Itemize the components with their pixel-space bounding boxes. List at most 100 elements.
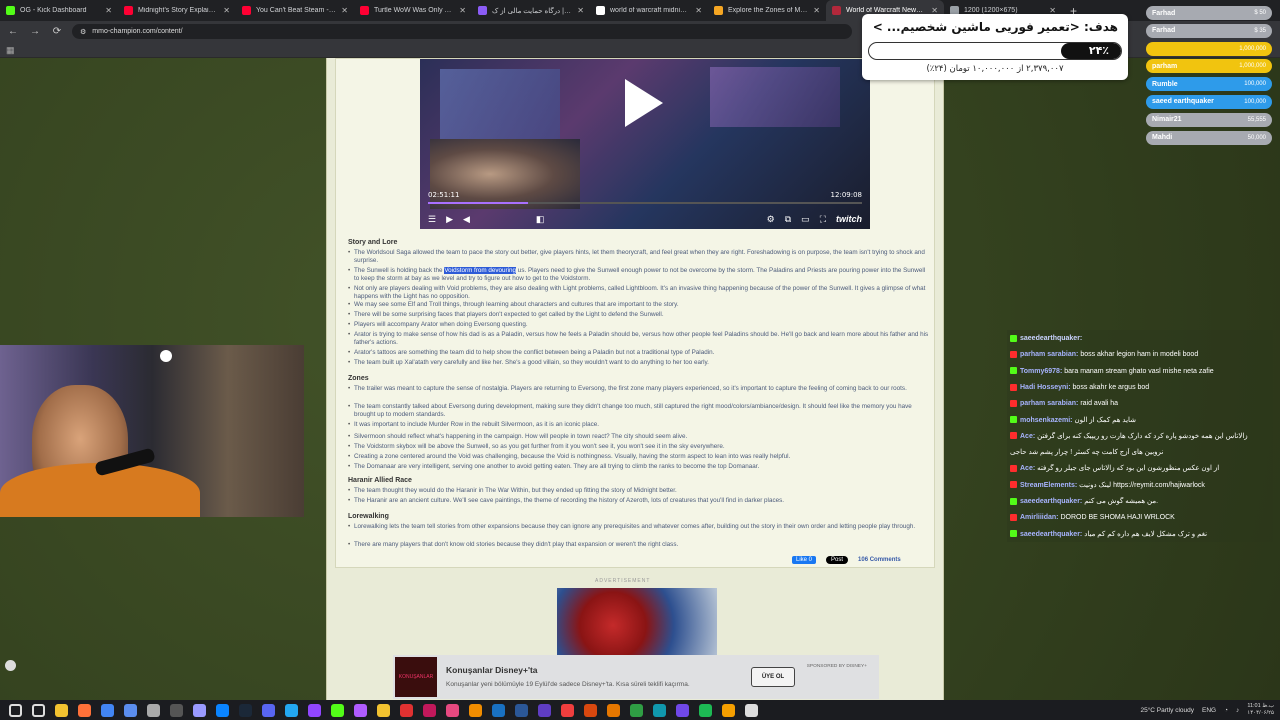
app-icon-11[interactable] (676, 703, 689, 717)
tab-close-icon[interactable]: ✕ (223, 6, 230, 15)
settings-icon[interactable]: ⚙ (767, 214, 775, 225)
search-icon[interactable] (32, 703, 45, 717)
browser-tab[interactable]: Midnight's Story Explained In 2 ✕ (118, 0, 236, 21)
x-post-button[interactable]: Post (826, 556, 849, 564)
url-input[interactable]: ⚙ mmo-champion.com/content/ (72, 24, 852, 39)
tab-label: ریبیت | درگاه حمایت مالی از ک (492, 7, 573, 15)
app-icon-7[interactable] (561, 703, 574, 717)
kick-icon[interactable] (331, 703, 344, 717)
language-indicator[interactable]: ENG (1202, 707, 1216, 714)
vscode-icon[interactable] (285, 703, 298, 717)
chat-username[interactable]: Amirliiidan: (1020, 514, 1059, 521)
tray-clock[interactable]: 11:01 ب.ظ ۱۴۰۴/۰۶/۲۵ (1247, 703, 1274, 717)
back-icon[interactable]: ← (6, 26, 20, 37)
chat-username[interactable]: mohsenkazemi: (1020, 417, 1073, 424)
advertisement-label: ADVERTISEMENT (595, 578, 651, 584)
app-icon-12[interactable] (722, 703, 735, 717)
app-icon-10[interactable] (653, 703, 666, 717)
play-small-icon[interactable]: ▶ (446, 214, 453, 225)
weather-label[interactable]: 25°C Partly cloudy (1140, 707, 1194, 714)
browser-tab[interactable]: world of warcraft midnight - Go ✕ (590, 0, 708, 21)
chat-text: bara manam stream ghato vasl mishe neta … (1064, 367, 1214, 375)
app-icon-1[interactable] (124, 703, 137, 717)
selected-text[interactable]: Voidstorm from devouring (444, 267, 517, 274)
tab-close-icon[interactable]: ✕ (813, 6, 820, 15)
firefox-icon[interactable] (78, 703, 91, 717)
clip-icon[interactable]: ⧉ (785, 214, 791, 225)
file-explorer-icon[interactable] (55, 703, 68, 717)
forward-icon[interactable]: → (28, 26, 42, 37)
chat-username[interactable]: parham sarabian: (1020, 400, 1078, 407)
twitch-logo[interactable]: twitch (836, 214, 862, 224)
chapters-icon[interactable]: ◧ (536, 214, 545, 225)
volume-tray-icon[interactable]: ♪ (1236, 707, 1239, 714)
donor-name: Farhad (1152, 27, 1176, 35)
chat-username[interactable]: saeedearthquaker: (1020, 531, 1082, 538)
wifi-icon[interactable]: ◔ (1224, 707, 1228, 714)
platform-badge-icon (1010, 530, 1017, 538)
chat-username[interactable]: saeedearthquaker: (1020, 335, 1082, 342)
tab-close-icon[interactable]: ✕ (105, 6, 112, 15)
steam-icon[interactable] (239, 703, 252, 717)
browser-tab[interactable]: ریبیت | درگاه حمایت مالی از ک ✕ (472, 0, 590, 21)
app-icon-9[interactable] (630, 703, 643, 717)
ad-title: Konuşanlar Disney+'ta (446, 665, 538, 675)
browser-tab[interactable]: OG - Kick Dashboard ✕ (0, 0, 118, 21)
chat-username[interactable]: Ace: (1020, 433, 1035, 440)
theatre-icon[interactable]: ▭ (801, 214, 810, 225)
chat-message: saeedearthquaker: من همیشه گوش می کنم. (1010, 497, 1270, 506)
facebook-like-button[interactable]: Like 0 (792, 556, 817, 564)
tab-close-icon[interactable]: ✕ (459, 6, 466, 15)
tab-close-icon[interactable]: ✕ (577, 6, 584, 15)
app-icon-3[interactable] (400, 703, 413, 717)
app-icon-4[interactable] (423, 703, 436, 717)
play-icon[interactable] (625, 79, 663, 127)
tab-close-icon[interactable]: ✕ (695, 6, 702, 15)
chat-text: از اون عکس منظورشون این بود که زالاتاس ج… (1037, 465, 1220, 473)
discord-icon[interactable] (262, 703, 275, 717)
tab-close-icon[interactable]: ✕ (341, 6, 348, 15)
reload-icon[interactable]: ⟳ (50, 26, 64, 37)
winamp-icon[interactable] (469, 703, 482, 717)
site-info-icon[interactable]: ⚙ (80, 28, 86, 36)
advertisement-image[interactable] (557, 588, 717, 656)
comments-link[interactable]: 106 Comments (858, 557, 901, 563)
app-icon-8[interactable] (607, 703, 620, 717)
tab-label: world of warcraft midnight - Go (610, 7, 690, 14)
spotify-icon[interactable] (699, 703, 712, 717)
settings-icon[interactable] (147, 703, 160, 717)
chat-username[interactable]: Tommy6978: (1020, 368, 1062, 375)
app-icon-5[interactable] (446, 703, 459, 717)
obs-icon[interactable] (170, 703, 183, 717)
folder-icon[interactable] (377, 703, 390, 717)
donor-amount: 100,000 (1244, 98, 1266, 105)
fullscreen-icon[interactable]: ⛶ (820, 214, 826, 225)
premiere-icon[interactable] (193, 703, 206, 717)
app-icon-6[interactable] (538, 703, 551, 717)
playlist-icon[interactable]: ☰ (428, 214, 436, 225)
volume-icon[interactable]: ◀ (463, 214, 470, 225)
video-progress-bar[interactable] (428, 202, 862, 204)
chrome-icon[interactable] (101, 703, 114, 717)
edge-icon[interactable] (216, 703, 229, 717)
start-icon[interactable] (9, 703, 22, 717)
chat-username[interactable]: parham sarabian: (1020, 351, 1078, 358)
ad-signup-button[interactable]: ÜYE OL (751, 667, 795, 687)
twitch-icon[interactable] (308, 703, 321, 717)
apps-grid-icon[interactable]: ▦ (6, 45, 15, 56)
video-player[interactable]: 02:51:11 12:09:08 ☰ ▶ ◀ ◧ ⚙ ⧉ ▭ ⛶ twitch (420, 59, 870, 229)
app-icon-13[interactable] (745, 703, 758, 717)
disney-ad-banner[interactable]: KONUŞANLAR Konuşanlar Disney+'ta Konuşan… (393, 655, 879, 699)
chat-username[interactable]: Hadi Hosseyni: (1020, 384, 1071, 391)
video-duration: 12:09:08 (830, 191, 862, 199)
word-icon[interactable] (515, 703, 528, 717)
chart-icon[interactable] (492, 703, 505, 717)
chat-username[interactable]: saeedearthquaker: (1020, 498, 1082, 505)
chat-username[interactable]: Ace: (1020, 465, 1035, 472)
browser-tab[interactable]: You Can't Beat Steam - YouTube ✕ (236, 0, 354, 21)
browser-tab[interactable]: Explore the Zones of Midnight ✕ (708, 0, 826, 21)
chat-username[interactable]: StreamElements: (1020, 482, 1077, 489)
pdf-icon[interactable] (584, 703, 597, 717)
app-icon-2[interactable] (354, 703, 367, 717)
browser-tab[interactable]: Turtle WoW Was Only The Begin ✕ (354, 0, 472, 21)
